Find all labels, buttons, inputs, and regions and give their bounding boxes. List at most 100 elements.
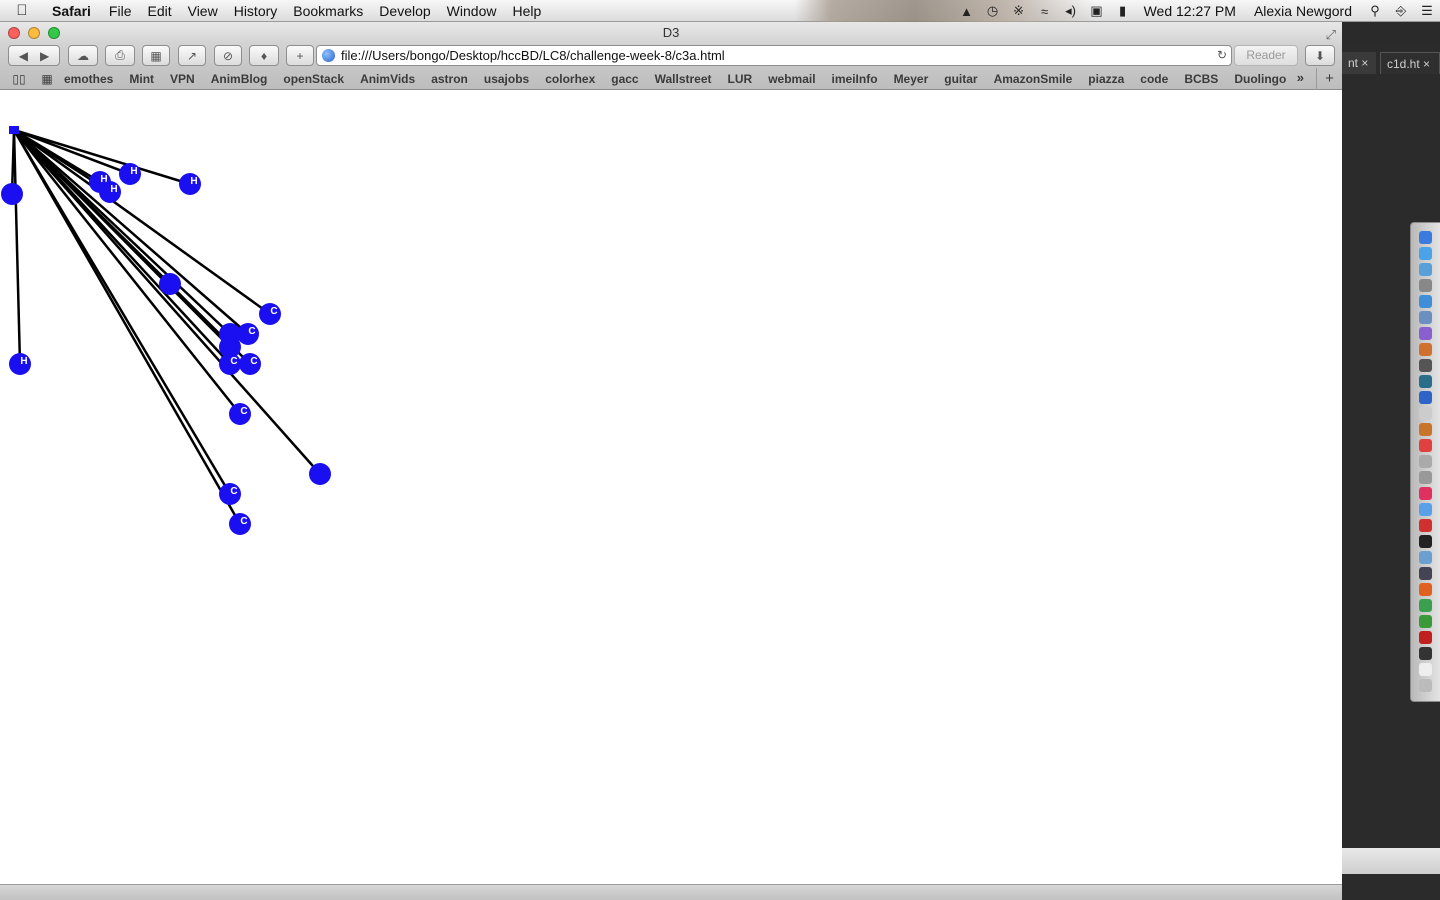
fullscreen-icon[interactable]: ⤢ xyxy=(1326,24,1336,46)
disk-utility-icon[interactable] xyxy=(1419,471,1432,484)
app-menu[interactable]: Safari xyxy=(44,0,101,22)
menu-history[interactable]: History xyxy=(226,0,286,22)
bookmark-item[interactable]: Duolingo xyxy=(1234,72,1286,86)
graph-node[interactable]: H xyxy=(119,163,141,185)
chrome-dev-icon[interactable] xyxy=(1419,599,1432,612)
book-icon[interactable]: ▯▯ xyxy=(8,72,30,86)
camera-icon[interactable] xyxy=(1419,359,1432,372)
minimize-window-icon[interactable] xyxy=(28,27,40,39)
bookmark-item[interactable]: webmail xyxy=(768,72,815,86)
zoom-window-icon[interactable] xyxy=(48,27,60,39)
itunes-icon[interactable] xyxy=(1419,487,1432,500)
bookmark-item[interactable]: piazza xyxy=(1088,72,1124,86)
graph-node-circle[interactable] xyxy=(159,273,181,295)
extension-button[interactable]: ⊘ xyxy=(214,45,242,66)
safari-dock-icon[interactable] xyxy=(1419,263,1432,276)
evernote-status-icon[interactable]: ▲ xyxy=(954,0,980,22)
graph-node[interactable]: C xyxy=(219,483,241,505)
trash-icon[interactable] xyxy=(1419,679,1432,692)
graph-node-circle[interactable] xyxy=(309,463,331,485)
reader-button[interactable]: Reader xyxy=(1234,45,1298,66)
graph-node[interactable] xyxy=(1,183,23,205)
bookmark-item[interactable]: BCBS xyxy=(1184,72,1218,86)
back-arrow-icon[interactable]: ◀ xyxy=(19,49,28,63)
bluetooth-icon[interactable]: ※ xyxy=(1006,0,1032,22)
graph-node[interactable]: C xyxy=(239,353,261,375)
preview-icon[interactable] xyxy=(1419,455,1432,468)
downloads-button[interactable]: ⬇ xyxy=(1305,45,1335,66)
graph-node[interactable]: H xyxy=(9,353,31,375)
terminal-icon[interactable] xyxy=(1419,535,1432,548)
bookmark-item[interactable]: Wallstreet xyxy=(655,72,712,86)
books-icon[interactable] xyxy=(1419,423,1432,436)
zotero-icon[interactable] xyxy=(1419,631,1432,644)
grid-icon[interactable]: ▦ xyxy=(36,72,58,86)
chrome-icon[interactable] xyxy=(1419,519,1432,532)
new-tab-button[interactable]: + xyxy=(286,45,314,66)
battery-icon[interactable]: ▮ xyxy=(1110,0,1136,22)
box-icon[interactable] xyxy=(1419,551,1432,564)
graph-node[interactable]: C xyxy=(219,353,241,375)
firefox-icon[interactable] xyxy=(1419,583,1432,596)
bookmark-item[interactable]: astron xyxy=(431,72,468,86)
bookmark-item[interactable]: guitar xyxy=(944,72,977,86)
volume-icon[interactable]: ◂) xyxy=(1058,0,1084,22)
close-window-icon[interactable] xyxy=(8,27,20,39)
bookmark-item[interactable]: VPN xyxy=(170,72,195,86)
bookmark-item[interactable]: openStack xyxy=(283,72,344,86)
bookmark-item[interactable]: colorhex xyxy=(545,72,595,86)
stocks-icon[interactable] xyxy=(1419,375,1432,388)
bookmark-item[interactable]: LUR xyxy=(728,72,753,86)
evernote-clip-button[interactable]: ♦ xyxy=(249,45,279,66)
graph-node[interactable]: C xyxy=(229,403,251,425)
graph-hub-node[interactable] xyxy=(9,126,19,134)
graph-node[interactable] xyxy=(159,273,181,295)
icloud-tabs-button[interactable]: ☁ xyxy=(68,45,98,66)
graph-node[interactable]: H xyxy=(99,181,121,203)
time-machine-icon[interactable]: ◷ xyxy=(980,0,1006,22)
google-chrome-icon[interactable] xyxy=(1419,615,1432,628)
bookmark-item[interactable]: AnimVids xyxy=(360,72,415,86)
photo-icon[interactable] xyxy=(1419,343,1432,356)
notification-center-icon[interactable]: ☰ xyxy=(1414,0,1440,22)
top-sites-button[interactable]: ▦ xyxy=(142,45,170,66)
bookmark-item[interactable]: imeiInfo xyxy=(832,72,878,86)
imovie-icon[interactable] xyxy=(1419,327,1432,340)
finder-icon[interactable] xyxy=(1419,231,1432,244)
document-icon[interactable] xyxy=(1419,663,1432,676)
add-tab-icon[interactable]: + xyxy=(1316,68,1342,90)
kindle-icon[interactable] xyxy=(1419,567,1432,580)
bookmark-item[interactable]: Meyer xyxy=(894,72,929,86)
word-icon[interactable] xyxy=(1419,391,1432,404)
address-bar[interactable]: file:///Users/bongo/Desktop/hccBD/LC8/ch… xyxy=(316,45,1232,66)
background-tab[interactable]: c1d.ht × xyxy=(1380,52,1440,74)
menu-window[interactable]: Window xyxy=(439,0,505,22)
graph-node[interactable]: H xyxy=(179,173,201,195)
share-button[interactable]: ↗ xyxy=(178,45,206,66)
bookmark-item[interactable]: AnimBlog xyxy=(211,72,268,86)
help-icon[interactable] xyxy=(1419,407,1432,420)
back-forward-buttons[interactable]: ◀ ▶ xyxy=(8,45,60,66)
menu-clock[interactable]: Wed 12:27 PM xyxy=(1136,3,1244,19)
chess-icon[interactable] xyxy=(1419,279,1432,292)
app-store-icon[interactable] xyxy=(1419,247,1432,260)
screen-sharing-icon[interactable]: ⎆ xyxy=(1388,0,1414,22)
bookmark-item[interactable]: Mint xyxy=(129,72,154,86)
bookmark-item[interactable]: gacc xyxy=(611,72,638,86)
graph-node-circle[interactable] xyxy=(1,183,23,205)
background-tab[interactable]: nt × xyxy=(1342,52,1376,74)
user-menu[interactable]: Alexia Newgord xyxy=(1244,3,1362,19)
input-menu-icon[interactable]: ▣ xyxy=(1084,0,1110,22)
graph-node[interactable]: C xyxy=(229,513,251,535)
graph-node[interactable] xyxy=(309,463,331,485)
x11-icon[interactable] xyxy=(1419,647,1432,660)
bookmark-item[interactable]: AmazonSmile xyxy=(994,72,1073,86)
menu-help[interactable]: Help xyxy=(504,0,549,22)
bookmark-item[interactable]: emothes xyxy=(64,72,113,86)
more-bookmarks-icon[interactable]: » xyxy=(1297,70,1304,85)
forward-arrow-icon[interactable]: ▶ xyxy=(40,49,49,63)
xcode-icon[interactable] xyxy=(1419,295,1432,308)
menu-file[interactable]: File xyxy=(101,0,140,22)
reload-icon[interactable]: ↻ xyxy=(1217,46,1227,65)
graph-node[interactable]: C xyxy=(259,303,281,325)
